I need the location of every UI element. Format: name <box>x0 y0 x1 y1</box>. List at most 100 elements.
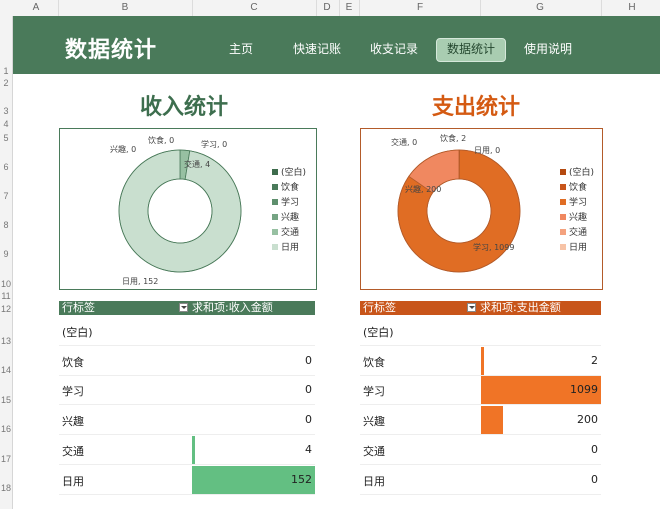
row-header[interactable]: 5 <box>0 133 12 143</box>
legend-swatch <box>560 243 566 250</box>
table-row[interactable]: 饮食 0 <box>59 346 315 376</box>
row-header[interactable]: 2 <box>0 78 12 88</box>
legend-swatch <box>272 168 278 175</box>
legend-swatch <box>560 213 566 220</box>
row-header[interactable]: 4 <box>0 119 12 129</box>
row-header[interactable]: 16 <box>0 424 12 434</box>
row-value: 2 <box>591 353 598 367</box>
filter-dropdown-icon[interactable] <box>179 303 188 312</box>
legend-swatch <box>272 213 278 220</box>
column-header[interactable]: E <box>346 2 353 13</box>
data-bar <box>481 406 503 435</box>
column-divider <box>339 0 340 16</box>
row-header[interactable]: 18 <box>0 483 12 493</box>
row-header[interactable]: 7 <box>0 191 12 201</box>
row-header[interactable]: 11 <box>0 291 12 301</box>
table-row[interactable]: 日用 152 <box>59 465 315 495</box>
row-header[interactable]: 15 <box>0 395 12 405</box>
row-header[interactable]: 14 <box>0 365 12 375</box>
income-label-transport: 交通, 4 <box>184 160 211 169</box>
row-label: (空白) <box>363 326 394 339</box>
legend-swatch <box>560 198 566 205</box>
expense-label-transport: 交通, 0 <box>391 138 418 147</box>
row-label: (空白) <box>62 326 93 339</box>
income-title: 收入统计 <box>140 95 229 120</box>
row-label: 兴趣 <box>363 415 385 429</box>
row-header[interactable]: 8 <box>0 220 12 230</box>
legend-item: 兴趣 <box>272 211 306 226</box>
legend-item: (空白) <box>272 166 306 181</box>
nav-home[interactable]: 主页 <box>219 38 263 60</box>
column-header[interactable]: G <box>536 2 544 13</box>
row-labels-header: 行标签 <box>363 301 396 314</box>
table-row[interactable]: 交通 4 <box>59 435 315 465</box>
row-label: 兴趣 <box>62 415 84 429</box>
income-chart[interactable]: 饮食, 0 学习, 0 兴趣, 0 交通, 4 日用, 152 (空白) 饮食 … <box>59 128 317 290</box>
row-label: 日用 <box>62 474 84 488</box>
row-header[interactable]: 12 <box>0 304 12 314</box>
column-header[interactable]: A <box>33 2 40 13</box>
row-header[interactable]: 10 <box>0 279 12 289</box>
legend-label: 饮食 <box>281 183 300 193</box>
expense-label-food: 饮食, 2 <box>440 134 467 143</box>
app-title: 数据统计 <box>65 38 158 63</box>
column-divider <box>192 0 193 16</box>
row-value: 0 <box>305 353 312 367</box>
header-banner: 数据统计 主页 快速记账 收支记录 数据统计 使用说明 <box>13 16 660 74</box>
sum-expense-header: 求和项:支出金额 <box>480 301 561 314</box>
legend-swatch <box>272 198 278 205</box>
legend-label: 兴趣 <box>281 213 300 223</box>
legend-swatch <box>272 228 278 235</box>
nav-quick-entry[interactable]: 快速记账 <box>283 38 351 60</box>
nav-statistics[interactable]: 数据统计 <box>436 38 507 62</box>
row-value: 0 <box>591 472 598 486</box>
legend-item: 学习 <box>272 196 306 211</box>
legend-item: 日用 <box>272 241 306 256</box>
legend-label: 日用 <box>281 243 300 253</box>
column-header[interactable]: H <box>628 2 635 13</box>
row-header[interactable]: 6 <box>0 162 12 172</box>
legend-item: 交通 <box>272 226 306 241</box>
table-row[interactable]: 学习 0 <box>59 375 315 406</box>
filter-dropdown-icon[interactable] <box>467 303 476 312</box>
row-value: 0 <box>305 413 312 427</box>
row-label: 饮食 <box>363 355 385 369</box>
table-row[interactable]: 交通 0 <box>360 435 601 465</box>
table-row[interactable]: 学习 1099 <box>360 375 601 406</box>
table-row[interactable]: 兴趣 0 <box>59 405 315 436</box>
legend-label: 学习 <box>569 198 588 208</box>
row-header[interactable]: 3 <box>0 106 12 116</box>
row-label: 日用 <box>363 474 385 488</box>
expense-table-header: 行标签 求和项:支出金额 <box>360 301 601 315</box>
table-row[interactable]: (空白) <box>360 316 601 346</box>
table-row[interactable]: 日用 0 <box>360 465 601 495</box>
column-divider <box>601 0 602 16</box>
row-header[interactable]: 1 <box>0 66 12 76</box>
column-header[interactable]: D <box>323 2 330 13</box>
expense-chart[interactable]: 交通, 0 饮食, 2 日用, 0 兴趣, 200 学习, 1099 (空白) … <box>360 128 603 290</box>
data-bar <box>481 346 484 375</box>
row-header[interactable]: 9 <box>0 249 12 259</box>
table-row[interactable]: 兴趣 200 <box>360 405 601 436</box>
donut-slice[interactable] <box>118 149 242 273</box>
column-header[interactable]: F <box>417 2 423 13</box>
legend-item: 日用 <box>560 241 594 256</box>
table-row[interactable]: 饮食 2 <box>360 346 601 376</box>
column-headers: A B C D E F G H <box>0 0 660 17</box>
column-header[interactable]: B <box>122 2 129 13</box>
row-label: 交通 <box>62 444 84 458</box>
row-header[interactable]: 13 <box>0 336 12 346</box>
column-divider <box>480 0 481 16</box>
row-label: 饮食 <box>62 355 84 369</box>
table-row[interactable]: (空白) <box>59 316 315 346</box>
nav-instructions[interactable]: 使用说明 <box>514 38 582 60</box>
legend-swatch <box>560 228 566 235</box>
legend-label: (空白) <box>569 168 595 178</box>
column-header[interactable]: C <box>250 2 257 13</box>
row-header[interactable]: 17 <box>0 454 12 464</box>
nav-records[interactable]: 收支记录 <box>360 38 428 60</box>
expense-label-hobby: 兴趣, 200 <box>405 185 442 194</box>
expense-title: 支出统计 <box>432 95 521 120</box>
row-value: 152 <box>291 472 312 486</box>
income-legend: (空白) 饮食 学习 兴趣 交通 日用 <box>272 166 306 256</box>
